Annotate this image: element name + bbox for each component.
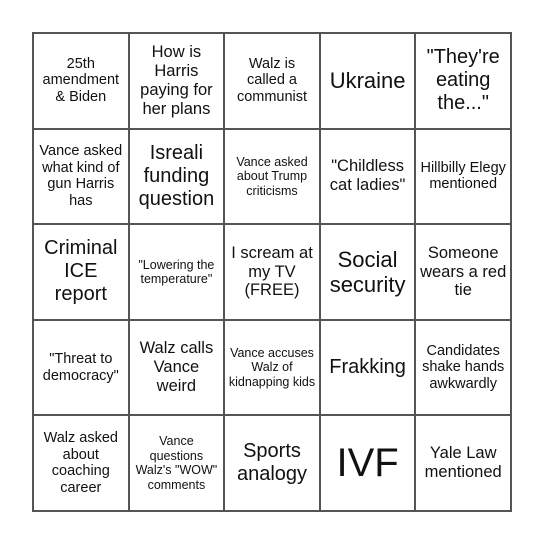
bingo-cell-r5-c3[interactable]: Sports analogy xyxy=(224,415,320,511)
bingo-cell-text: Vance asked what kind of gun Harris has xyxy=(39,143,123,210)
bingo-cell-text: Walz asked about coaching career xyxy=(43,429,118,496)
bingo-cell-r2-c2[interactable]: Isreali funding question xyxy=(128,128,225,225)
bingo-cell-r4-c5[interactable]: Candidates shake hands awkwardly xyxy=(415,319,511,416)
bingo-cell-text: Vance accuses Walz of kidnapping kids xyxy=(228,346,316,389)
bingo-cell-r3-c3[interactable]: I scream at my TV (FREE) xyxy=(224,224,320,320)
bingo-cell-text: "Childless cat ladies" xyxy=(329,157,406,195)
bingo-cell-text: Walz calls Vance weird xyxy=(139,339,214,396)
bingo-cell-text: Ukraine xyxy=(329,68,406,94)
bingo-cell-text: Criminal ICE report xyxy=(44,237,118,306)
bingo-cell-r3-c5[interactable]: Someone wears a red tie xyxy=(415,224,511,320)
bingo-cell-text: Candidates shake hands awkwardly xyxy=(422,342,505,392)
bingo-cell-r3-c1[interactable]: Criminal ICE report xyxy=(33,224,129,320)
bingo-cell-text: Vance asked about Trump criticisms xyxy=(236,154,308,198)
bingo-cell-text: Yale Law mentioned xyxy=(424,444,502,482)
bingo-cell-text: "Threat to democracy" xyxy=(42,350,119,384)
bingo-cell-r4-c4[interactable]: Frakking xyxy=(319,319,416,416)
bingo-cell-r1-c2[interactable]: How is Harris paying for her plans xyxy=(128,33,225,129)
bingo-cell-text: Social security xyxy=(329,246,406,297)
bingo-cell-r3-c2[interactable]: "Lowering the temperature" xyxy=(128,224,225,320)
bingo-cell-r1-c3[interactable]: Walz is called a communist xyxy=(224,33,320,129)
bingo-cell-text: Isreali funding question xyxy=(138,141,215,210)
bingo-cell-text: 25th amendment & Biden xyxy=(42,55,120,106)
bingo-cell-r5-c2[interactable]: Vance questions Walz's "WOW" comments xyxy=(128,415,225,511)
bingo-cell-r5-c5[interactable]: Yale Law mentioned xyxy=(415,415,511,511)
bingo-cell-text: Frakking xyxy=(329,356,406,379)
bingo-cell-text: "They're eating the..." xyxy=(426,46,500,115)
bingo-cell-r4-c3[interactable]: Vance accuses Walz of kidnapping kids xyxy=(224,319,320,416)
bingo-cell-text: Vance questions Walz's "WOW" comments xyxy=(135,434,218,492)
bingo-cell-text: Sports analogy xyxy=(236,440,308,486)
bingo-cell-text: Someone wears a red tie xyxy=(420,243,507,300)
bingo-cell-r5-c4[interactable]: IVF xyxy=(319,415,416,511)
bingo-cell-text: IVF xyxy=(336,441,399,486)
bingo-cell-r2-c3[interactable]: Vance asked about Trump criticisms xyxy=(224,128,320,225)
bingo-cell-r1-c1[interactable]: 25th amendment & Biden xyxy=(33,33,129,129)
bingo-cell-r1-c4[interactable]: Ukraine xyxy=(319,33,416,129)
bingo-cell-r3-c4[interactable]: Social security xyxy=(319,224,416,320)
bingo-cell-text: "Lowering the temperature" xyxy=(138,257,215,286)
bingo-cell-r5-c1[interactable]: Walz asked about coaching career xyxy=(33,415,129,511)
bingo-cell-text: How is Harris paying for her plans xyxy=(140,42,213,118)
bingo-cell-r2-c1[interactable]: Vance asked what kind of gun Harris has xyxy=(33,128,129,225)
bingo-board: 25th amendment & Biden How is Harris payi… xyxy=(32,32,512,512)
bingo-cell-r4-c1[interactable]: "Threat to democracy" xyxy=(33,319,129,416)
bingo-cell-r1-c5[interactable]: "They're eating the..." xyxy=(415,33,511,129)
bingo-cell-text: I scream at my TV (FREE) xyxy=(231,243,313,300)
bingo-cell-text: Hillbilly Elegy mentioned xyxy=(420,159,506,193)
bingo-cell-text: Walz is called a communist xyxy=(236,55,308,106)
bingo-cell-r2-c5[interactable]: Hillbilly Elegy mentioned xyxy=(415,128,511,225)
bingo-cell-r2-c4[interactable]: "Childless cat ladies" xyxy=(319,128,416,225)
bingo-cell-r4-c2[interactable]: Walz calls Vance weird xyxy=(128,319,225,416)
